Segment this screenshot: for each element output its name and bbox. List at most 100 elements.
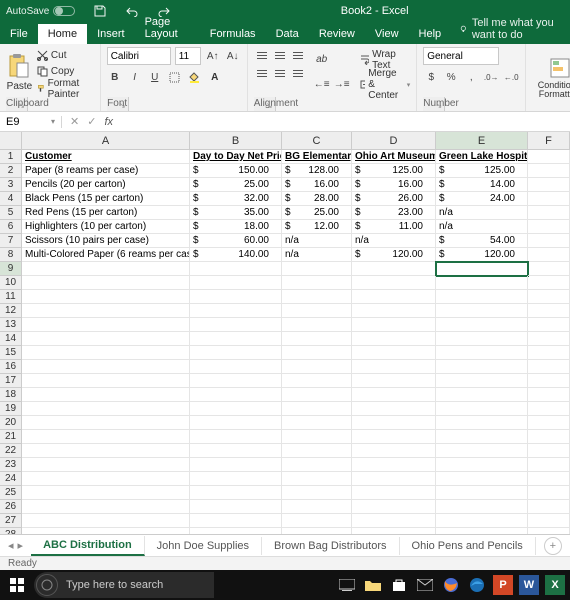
fill-color-button[interactable] — [187, 69, 203, 85]
cell-e6[interactable]: n/a — [436, 220, 528, 234]
cell-a27[interactable] — [22, 514, 190, 528]
cell-f15[interactable] — [528, 346, 570, 360]
cell-d15[interactable] — [352, 346, 436, 360]
cell-d13[interactable] — [352, 318, 436, 332]
align-bottom[interactable] — [290, 47, 306, 63]
cell-a10[interactable] — [22, 276, 190, 290]
cell-a5[interactable]: Red Pens (15 per carton) — [22, 206, 190, 220]
cell-b26[interactable] — [190, 500, 282, 514]
cell-c23[interactable] — [282, 458, 352, 472]
tab-file[interactable]: File — [0, 24, 38, 44]
cell-f24[interactable] — [528, 472, 570, 486]
cell-c14[interactable] — [282, 332, 352, 346]
cell-c4[interactable]: 28.00 — [282, 192, 352, 206]
cell-c25[interactable] — [282, 486, 352, 500]
colhdr-b[interactable]: B — [190, 132, 282, 149]
cell-e24[interactable] — [436, 472, 528, 486]
cell-b20[interactable] — [190, 416, 282, 430]
cell-c9[interactable] — [282, 262, 352, 276]
rowhdr-1[interactable]: 1 — [0, 150, 22, 164]
comma-format[interactable]: , — [463, 69, 479, 85]
cell-d14[interactable] — [352, 332, 436, 346]
cell-b18[interactable] — [190, 388, 282, 402]
cell-c15[interactable] — [282, 346, 352, 360]
cell-b17[interactable] — [190, 374, 282, 388]
tab-help[interactable]: Help — [409, 24, 452, 44]
cell-d16[interactable] — [352, 360, 436, 374]
start-button[interactable] — [0, 578, 34, 592]
rowhdr-8[interactable]: 8 — [0, 248, 22, 262]
cell-d3[interactable]: 16.00 — [352, 178, 436, 192]
mail-icon[interactable] — [414, 574, 436, 596]
rowhdr-22[interactable]: 22 — [0, 444, 22, 458]
word-icon[interactable]: W — [518, 574, 540, 596]
cell-d9[interactable] — [352, 262, 436, 276]
cell-d4[interactable]: 26.00 — [352, 192, 436, 206]
sheet-tab-ohio[interactable]: Ohio Pens and Pencils — [400, 537, 536, 555]
font-name-select[interactable]: Calibri — [107, 47, 171, 65]
cell-b11[interactable] — [190, 290, 282, 304]
rowhdr-14[interactable]: 14 — [0, 332, 22, 346]
font-color-button[interactable]: A — [207, 69, 223, 85]
cell-e15[interactable] — [436, 346, 528, 360]
align-right[interactable] — [290, 65, 306, 81]
cell-c24[interactable] — [282, 472, 352, 486]
cell-c27[interactable] — [282, 514, 352, 528]
cell-b9[interactable] — [190, 262, 282, 276]
conditional-formatting-button[interactable]: Conditional Formatting — [532, 47, 570, 108]
cell-e3[interactable]: 14.00 — [436, 178, 528, 192]
cell-a9[interactable] — [22, 262, 190, 276]
bold-button[interactable]: B — [107, 69, 123, 85]
fx-icon[interactable]: fx — [104, 116, 113, 128]
font-size-select[interactable]: 11 — [175, 47, 201, 65]
cell-e16[interactable] — [436, 360, 528, 374]
cell-c11[interactable] — [282, 290, 352, 304]
cell-d8[interactable]: 120.00 — [352, 248, 436, 262]
cell-b10[interactable] — [190, 276, 282, 290]
cell-a2[interactable]: Paper (8 reams per case) — [22, 164, 190, 178]
cell-d11[interactable] — [352, 290, 436, 304]
excel-icon[interactable]: X — [544, 574, 566, 596]
autosave-toggle[interactable]: AutoSave — [0, 6, 81, 17]
cell-f11[interactable] — [528, 290, 570, 304]
rowhdr-4[interactable]: 4 — [0, 192, 22, 206]
cell-c20[interactable] — [282, 416, 352, 430]
cell-a17[interactable] — [22, 374, 190, 388]
cell-c26[interactable] — [282, 500, 352, 514]
cell-e18[interactable] — [436, 388, 528, 402]
cell-a1[interactable]: Customer — [22, 150, 190, 164]
rowhdr-17[interactable]: 17 — [0, 374, 22, 388]
cell-a26[interactable] — [22, 500, 190, 514]
align-top[interactable] — [254, 47, 270, 63]
rowhdr-13[interactable]: 13 — [0, 318, 22, 332]
cell-e11[interactable] — [436, 290, 528, 304]
cell-e19[interactable] — [436, 402, 528, 416]
sheet-tab-johndoe[interactable]: John Doe Supplies — [145, 537, 262, 555]
cell-f18[interactable] — [528, 388, 570, 402]
cell-d19[interactable] — [352, 402, 436, 416]
tab-home[interactable]: Home — [38, 24, 87, 44]
cell-f4[interactable] — [528, 192, 570, 206]
cell-e26[interactable] — [436, 500, 528, 514]
rowhdr-25[interactable]: 25 — [0, 486, 22, 500]
name-box[interactable]: E9 — [0, 116, 62, 128]
cell-e14[interactable] — [436, 332, 528, 346]
cell-f23[interactable] — [528, 458, 570, 472]
cell-a19[interactable] — [22, 402, 190, 416]
decrease-font-icon[interactable]: A↓ — [225, 48, 241, 64]
cell-b7[interactable]: 60.00 — [190, 234, 282, 248]
cell-d23[interactable] — [352, 458, 436, 472]
cell-b23[interactable] — [190, 458, 282, 472]
rowhdr-19[interactable]: 19 — [0, 402, 22, 416]
cell-b14[interactable] — [190, 332, 282, 346]
tab-view[interactable]: View — [365, 24, 409, 44]
select-all-corner[interactable] — [0, 132, 22, 149]
cell-b3[interactable]: 25.00 — [190, 178, 282, 192]
cell-e20[interactable] — [436, 416, 528, 430]
cell-c12[interactable] — [282, 304, 352, 318]
cell-f1[interactable] — [528, 150, 570, 164]
cell-e13[interactable] — [436, 318, 528, 332]
rowhdr-2[interactable]: 2 — [0, 164, 22, 178]
rowhdr-9[interactable]: 9 — [0, 262, 22, 276]
cell-f14[interactable] — [528, 332, 570, 346]
